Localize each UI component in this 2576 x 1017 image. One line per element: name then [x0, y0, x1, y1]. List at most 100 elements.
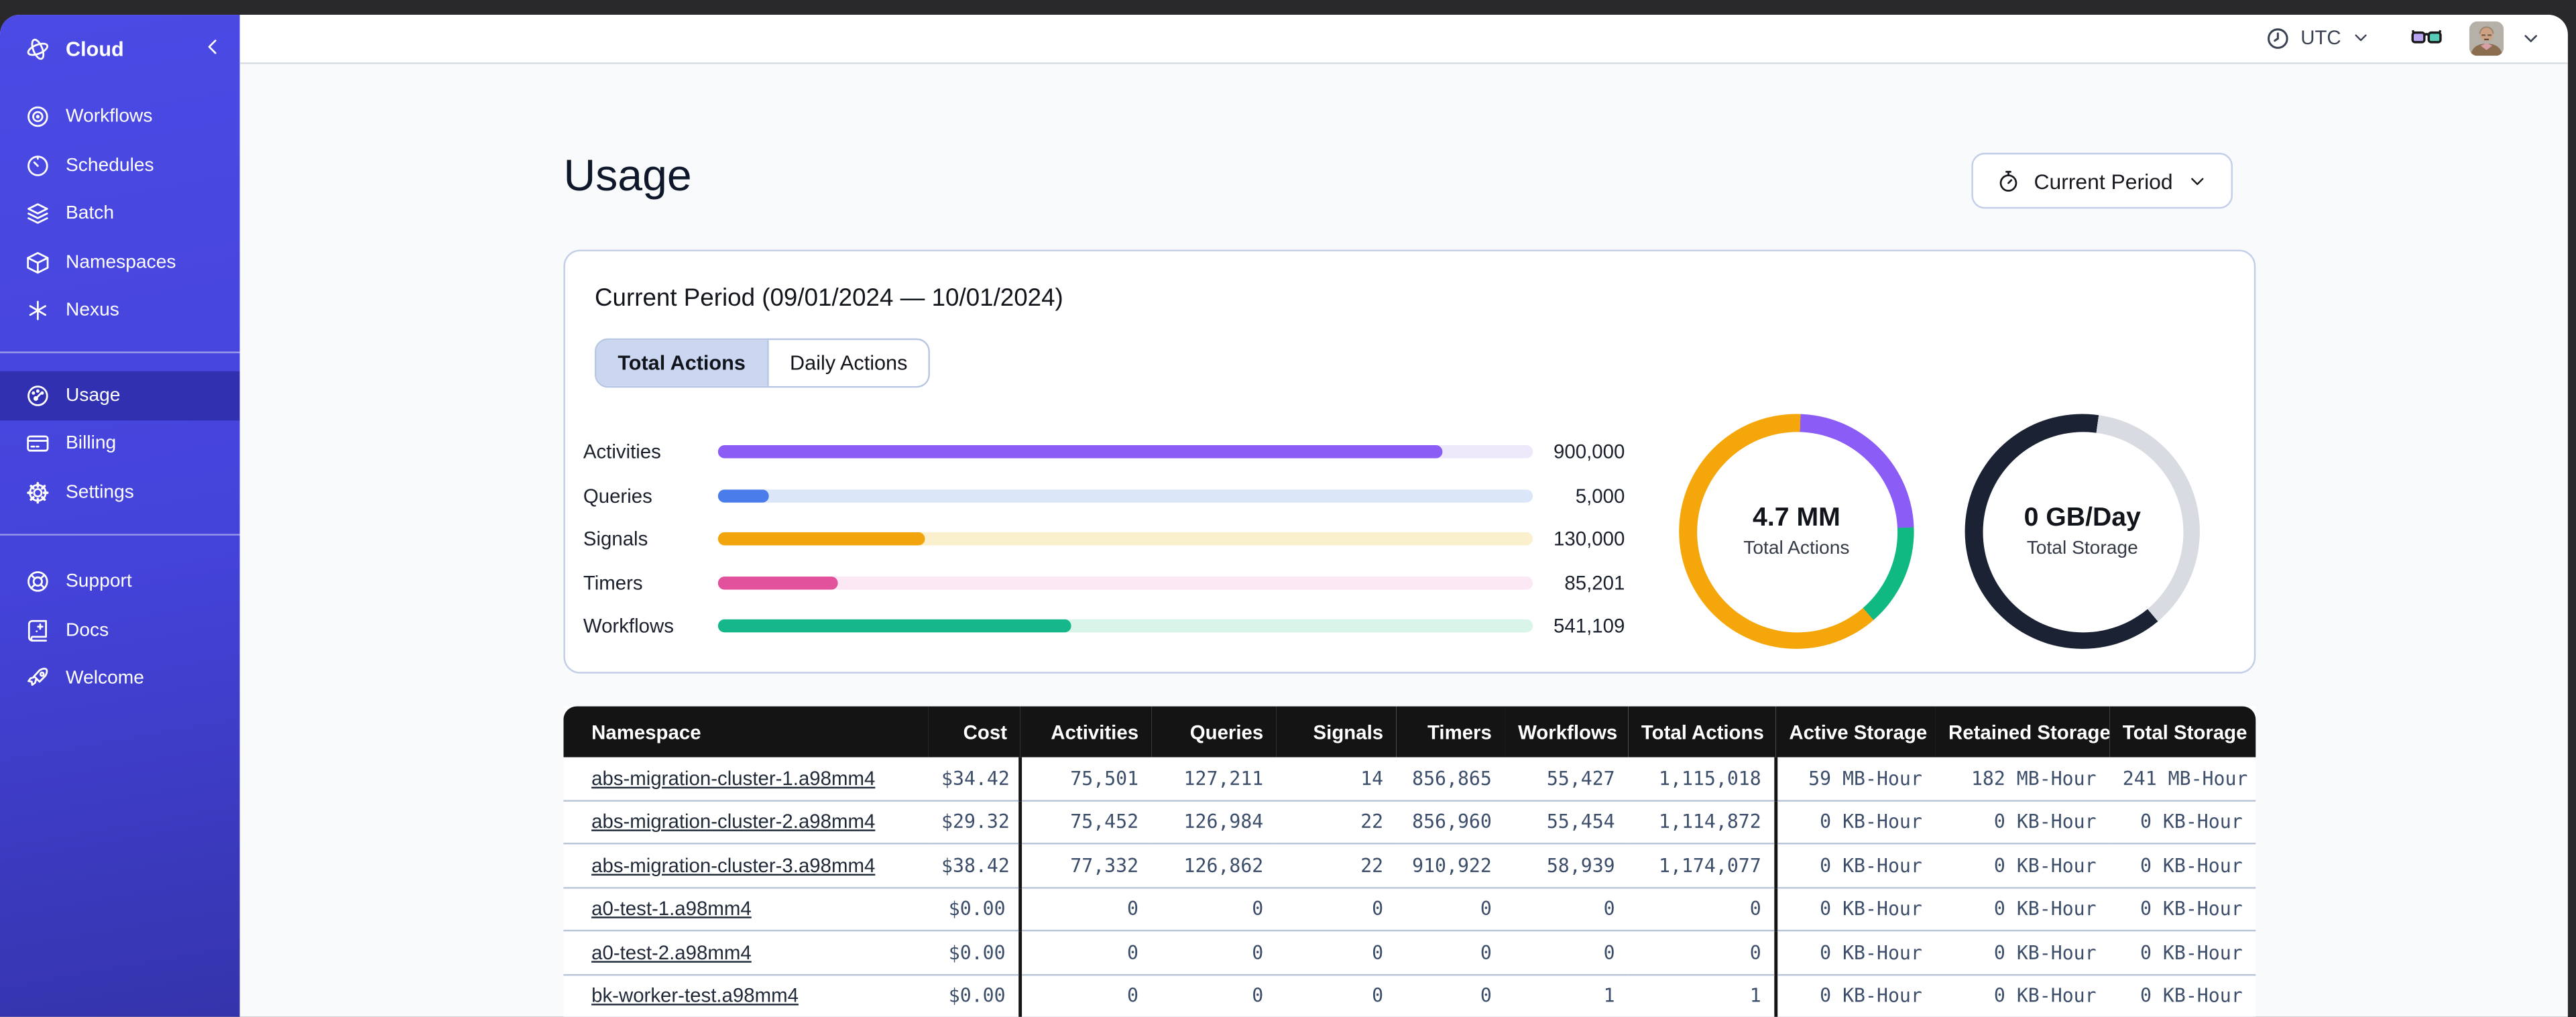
card-title: Current Period (09/01/2024 — 10/01/2024): [595, 284, 1063, 312]
sidebar-item-welcome[interactable]: Welcome: [0, 654, 240, 703]
sidebar-item-settings[interactable]: Settings: [0, 468, 240, 516]
table-cell: 1,174,077: [1628, 843, 1776, 888]
table-cell: 0: [1276, 974, 1397, 1017]
sidebar-item-label: Settings: [66, 482, 134, 503]
bar-fill: [717, 532, 926, 546]
user-avatar[interactable]: [2469, 21, 2504, 56]
table-cell: 1,114,872: [1628, 800, 1776, 845]
table-cell: 0: [1505, 887, 1629, 932]
table-cell: 1: [1628, 974, 1776, 1017]
sidebar-item-schedules[interactable]: Schedules: [0, 141, 240, 190]
sidebar-item-batch[interactable]: Batch: [0, 190, 240, 238]
bar-label: Queries: [583, 484, 652, 507]
labs-glasses-toggle[interactable]: [2410, 21, 2443, 54]
docs-icon: [25, 617, 51, 644]
table-cell: 0 KB-Hour: [2109, 843, 2256, 888]
batch-icon: [25, 201, 51, 227]
table-cell: 0: [1505, 931, 1629, 975]
page-title: Usage: [563, 151, 692, 200]
table-cell: 77,332: [1018, 843, 1152, 888]
donut-storage-label: Total Storage: [2026, 538, 2138, 559]
table-header: Namespace Cost Activities Queries Signals Tim…: [563, 706, 2256, 758]
table-cell: 0: [1396, 931, 1505, 975]
table-cell: 75,501: [1018, 757, 1152, 801]
table-cell: 0 KB-Hour: [2109, 931, 2256, 975]
table-cell: 0: [1396, 887, 1505, 932]
top-header: UTC: [239, 13, 2568, 64]
sidebar-item-nexus[interactable]: Nexus: [0, 287, 240, 335]
column-header-cost: Cost: [928, 706, 1020, 758]
sidebar-item-label: Usage: [66, 385, 121, 406]
settings-icon: [25, 479, 51, 505]
table-row: abs-migration-cluster-2.a98mm4 $29.32 75,4…: [563, 800, 2256, 845]
current-period-card: Current Period (09/01/2024 — 10/01/2024)…: [563, 249, 2256, 674]
column-header-namespace: Namespace: [563, 706, 929, 758]
column-header-queries: Queries: [1151, 706, 1277, 758]
table-cell: 59 MB-Hour: [1774, 757, 1936, 801]
table-cell: 182 MB-Hour: [1935, 757, 2110, 801]
workflows-icon: [25, 104, 51, 130]
table-cell: 910,922: [1396, 843, 1505, 888]
namespace-link[interactable]: abs-migration-cluster-3.a98mm4: [591, 854, 875, 877]
namespace-link[interactable]: a0-test-2.a98mm4: [591, 941, 752, 963]
table-cell: 0 KB-Hour: [1774, 843, 1936, 888]
sidebar-item-label: Nexus: [66, 301, 119, 321]
table-cell: 126,984: [1151, 800, 1277, 845]
table-cell: 0: [1628, 887, 1776, 932]
bar-value: 130,000: [1554, 528, 1625, 551]
donut-total-label: Total Actions: [1743, 538, 1850, 559]
sidebar-item-support[interactable]: Support: [0, 558, 240, 606]
table-cell: 1: [1505, 974, 1629, 1017]
table-cell: 75,452: [1018, 800, 1152, 845]
billing-icon: [25, 431, 51, 457]
timezone-selector[interactable]: UTC: [2266, 26, 2371, 51]
sidebar-item-billing[interactable]: Billing: [0, 420, 240, 468]
bar-track: [717, 489, 1533, 503]
screen: Cloud Workflows Schedules Batch Namespaces N…: [0, 0, 2576, 1017]
brand-label: Cloud: [66, 37, 124, 60]
sidebar-collapse-button[interactable]: [202, 36, 223, 62]
chevron-down-icon: [2524, 34, 2537, 42]
tab-daily-actions[interactable]: Daily Actions: [768, 340, 929, 386]
table-cell: 127,211: [1151, 757, 1277, 801]
namespace-link[interactable]: a0-test-1.a98mm4: [591, 897, 752, 920]
support-icon: [25, 569, 51, 595]
table-cell: $29.32: [928, 800, 1020, 845]
clock-icon: [2268, 27, 2289, 49]
column-header-activities: Activities: [1020, 706, 1152, 758]
glasses-icon: [2411, 30, 2442, 44]
account-menu-chevron[interactable]: [2520, 27, 2542, 49]
table-cell: 0: [1018, 887, 1152, 932]
sidebar-brand[interactable]: Cloud: [0, 29, 240, 68]
namespace-link[interactable]: abs-migration-cluster-2.a98mm4: [591, 811, 875, 833]
table-cell: 14: [1276, 757, 1397, 801]
bar-value: 900,000: [1554, 440, 1625, 464]
sidebar-item-workflows[interactable]: Workflows: [0, 93, 240, 141]
column-header-workflows: Workflows: [1505, 706, 1629, 758]
table-row: abs-migration-cluster-3.a98mm4 $38.42 77,3…: [563, 843, 2256, 888]
sidebar-item-docs[interactable]: Docs: [0, 606, 240, 654]
table-cell: $0.00: [928, 931, 1020, 975]
sidebar-item-label: Welcome: [66, 668, 144, 689]
sidebar-item-namespaces[interactable]: Namespaces: [0, 238, 240, 286]
table-cell: 1,115,018: [1628, 757, 1776, 801]
table-row: a0-test-2.a98mm4 $0.00 0 0 0 0 0 0 0 KB-Hour 0 KB…: [563, 931, 2256, 975]
table-cell: 55,427: [1505, 757, 1629, 801]
table-cell: 0: [1151, 974, 1277, 1017]
table-cell: 856,865: [1396, 757, 1505, 801]
tab-total-actions[interactable]: Total Actions: [596, 340, 769, 386]
bar-label: Timers: [583, 571, 643, 595]
sidebar-item-usage[interactable]: Usage: [0, 371, 240, 420]
table-row: a0-test-1.a98mm4 $0.00 0 0 0 0 0 0 0 KB-Hour 0 KB…: [563, 887, 2256, 932]
donut-total-value: 4.7 MM: [1753, 504, 1840, 532]
bar-value: 85,201: [1564, 571, 1625, 595]
namespace-link[interactable]: bk-worker-test.a98mm4: [591, 984, 799, 1007]
period-dropdown-button[interactable]: Current Period: [1971, 152, 2232, 209]
namespace-link[interactable]: abs-migration-cluster-1.a98mm4: [591, 767, 875, 790]
table-cell: $38.42: [928, 843, 1020, 888]
stopwatch-icon: [1999, 170, 2017, 191]
namespaces-icon: [25, 249, 51, 276]
total-actions-donut: 4.7 MM Total Actions: [1679, 414, 1914, 649]
column-header-total-storage: Total Storage: [2109, 706, 2256, 758]
donut-storage-value: 0 GB/Day: [2024, 504, 2141, 532]
